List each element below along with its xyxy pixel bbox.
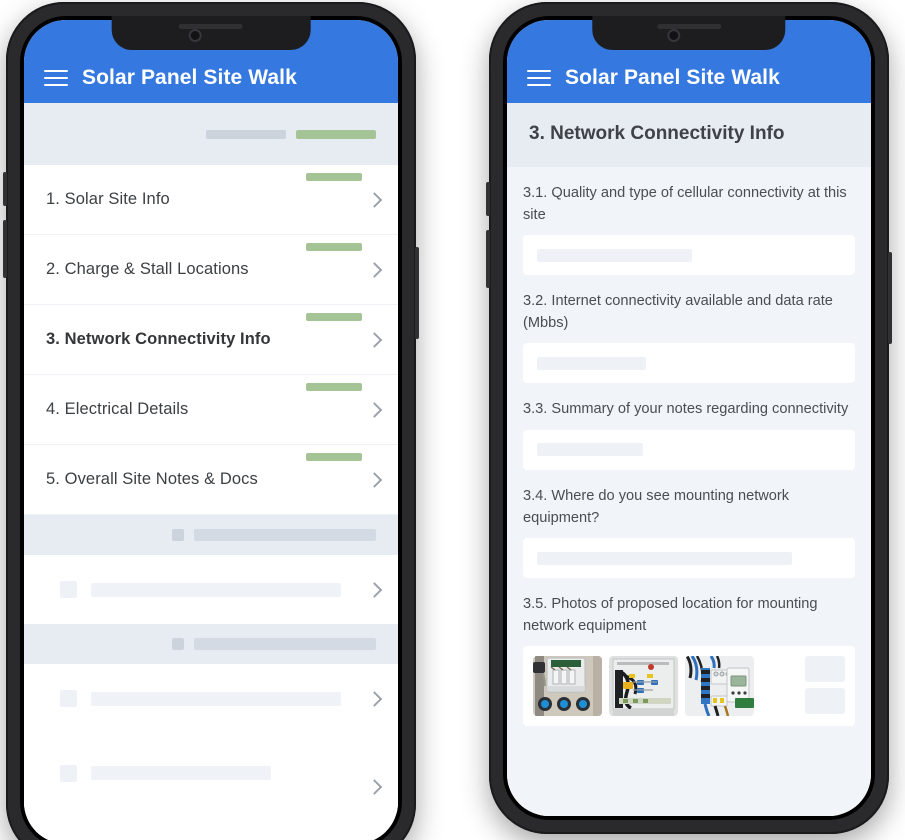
volume-up-button[interactable] xyxy=(486,182,490,216)
skeleton-line xyxy=(194,638,376,650)
right-phone-screen: Solar Panel Site Walk 3. Network Connect… xyxy=(507,20,871,816)
section-label: 2. Charge & Stall Locations xyxy=(46,260,249,278)
question-label: 3.4. Where do you see mounting network e… xyxy=(523,487,790,526)
sidebar-item-electrical-details[interactable]: 4. Electrical Details xyxy=(24,375,398,445)
question-3-4: 3.4. Where do you see mounting network e… xyxy=(523,486,855,579)
section-progress-bar xyxy=(306,313,362,321)
empty-photo-slot[interactable] xyxy=(805,688,845,715)
chevron-right-icon xyxy=(366,581,383,598)
answer-input-3-2[interactable] xyxy=(523,343,855,384)
left-section-list[interactable]: 1. Solar Site Info 2. Charge & Stall Loc… xyxy=(24,103,398,840)
form-section-header: 3. Network Connectivity Info xyxy=(507,103,871,167)
chevron-right-icon xyxy=(366,331,383,348)
progress-bar-grey xyxy=(206,129,286,139)
app-title: Solar Panel Site Walk xyxy=(82,66,297,89)
volume-down-button[interactable] xyxy=(3,220,7,278)
power-button[interactable] xyxy=(415,247,419,339)
skeleton-line xyxy=(91,582,341,597)
sidebar-item-overall-site-notes-docs[interactable]: 5. Overall Site Notes & Docs xyxy=(24,445,398,515)
question-3-1: 3.1. Quality and type of cellular connec… xyxy=(523,183,855,276)
right-phone-inner-bezel: Solar Panel Site Walk 3. Network Connect… xyxy=(503,16,875,820)
chevron-right-icon xyxy=(366,690,383,707)
chevron-right-icon xyxy=(366,191,383,208)
photo-wiring-panel-interior[interactable] xyxy=(609,656,678,717)
form-questions-list[interactable]: 3.1. Quality and type of cellular connec… xyxy=(507,167,871,816)
front-camera-icon xyxy=(667,29,680,42)
app-title: Solar Panel Site Walk xyxy=(565,66,780,89)
input-placeholder xyxy=(537,248,693,262)
chevron-right-icon xyxy=(366,401,383,418)
answer-input-3-4[interactable] xyxy=(523,538,855,579)
input-placeholder xyxy=(537,356,647,370)
screenshot-stage: Solar Panel Site Walk 1. Solar Site Info xyxy=(0,0,905,840)
section-progress-bar xyxy=(306,453,362,461)
section-label: 5. Overall Site Notes & Docs xyxy=(46,470,258,488)
left-phone-inner-bezel: Solar Panel Site Walk 1. Solar Site Info xyxy=(20,16,402,840)
input-placeholder xyxy=(537,443,644,457)
page-title: 3. Network Connectivity Info xyxy=(529,123,785,144)
skeleton-square xyxy=(172,638,184,650)
question-label: 3.5. Photos of proposed location for mou… xyxy=(523,596,818,634)
skeleton-square xyxy=(172,529,184,541)
question-3-3: 3.3. Summary of your notes regarding con… xyxy=(523,399,855,470)
photo-attachment-list[interactable] xyxy=(523,646,855,727)
skeleton-list-item[interactable] xyxy=(24,664,398,733)
skeleton-square xyxy=(60,764,77,782)
photo-electrical-enclosure-with-connectors[interactable] xyxy=(533,656,602,717)
section-label: 1. Solar Site Info xyxy=(46,190,170,208)
question-label: 3.2. Internet connectivity available and… xyxy=(523,293,833,331)
section-label: 3. Network Connectivity Info xyxy=(46,330,271,348)
empty-photo-slots[interactable] xyxy=(805,656,845,716)
skeleton-group-header xyxy=(24,515,398,555)
volume-down-button[interactable] xyxy=(486,230,490,288)
sidebar-item-charge-stall-locations[interactable]: 2. Charge & Stall Locations xyxy=(24,235,398,305)
section-progress-bar xyxy=(306,383,362,391)
chevron-right-icon xyxy=(366,261,383,278)
skeleton-square xyxy=(60,581,77,598)
hamburger-menu-icon[interactable] xyxy=(44,70,68,86)
sidebar-item-network-connectivity-info[interactable]: 3. Network Connectivity Info xyxy=(24,305,398,375)
question-label: 3.1. Quality and type of cellular connec… xyxy=(523,185,847,223)
front-camera-icon xyxy=(189,29,202,42)
photo-din-rail-breakers-and-meter[interactable] xyxy=(685,656,754,717)
answer-input-3-1[interactable] xyxy=(523,235,855,276)
question-3-5: 3.5. Photos of proposed location for mou… xyxy=(523,594,855,727)
earpiece-speaker-icon xyxy=(657,24,721,29)
answer-input-3-3[interactable] xyxy=(523,429,855,470)
hamburger-menu-icon[interactable] xyxy=(527,70,551,86)
left-phone-screen: Solar Panel Site Walk 1. Solar Site Info xyxy=(24,20,398,840)
question-label: 3.3. Summary of your notes regarding con… xyxy=(523,401,849,418)
left-phone-notch xyxy=(111,16,311,50)
input-placeholder xyxy=(537,551,793,565)
skeleton-square xyxy=(60,690,77,707)
skeleton-list-item[interactable] xyxy=(24,733,398,813)
empty-photo-slot[interactable] xyxy=(805,656,845,683)
chevron-right-icon xyxy=(366,779,383,796)
section-label: 4. Electrical Details xyxy=(46,400,189,418)
skeleton-line xyxy=(91,766,271,780)
skeleton-line xyxy=(91,691,341,706)
left-phone-frame: Solar Panel Site Walk 1. Solar Site Info xyxy=(3,2,419,840)
right-phone-frame: Solar Panel Site Walk 3. Network Connect… xyxy=(486,2,892,834)
skeleton-line xyxy=(194,529,376,541)
progress-bar-green xyxy=(296,129,376,139)
sidebar-item-solar-site-info[interactable]: 1. Solar Site Info xyxy=(24,165,398,235)
section-progress-bar xyxy=(306,173,362,181)
power-button[interactable] xyxy=(888,252,892,344)
volume-up-button[interactable] xyxy=(3,172,7,206)
chevron-right-icon xyxy=(366,471,383,488)
overall-progress-row xyxy=(24,103,398,165)
skeleton-group-header xyxy=(24,624,398,664)
earpiece-speaker-icon xyxy=(179,24,243,29)
right-phone-notch xyxy=(592,16,786,50)
question-3-2: 3.2. Internet connectivity available and… xyxy=(523,291,855,384)
skeleton-list-item[interactable] xyxy=(24,555,398,624)
section-progress-bar xyxy=(306,243,362,251)
